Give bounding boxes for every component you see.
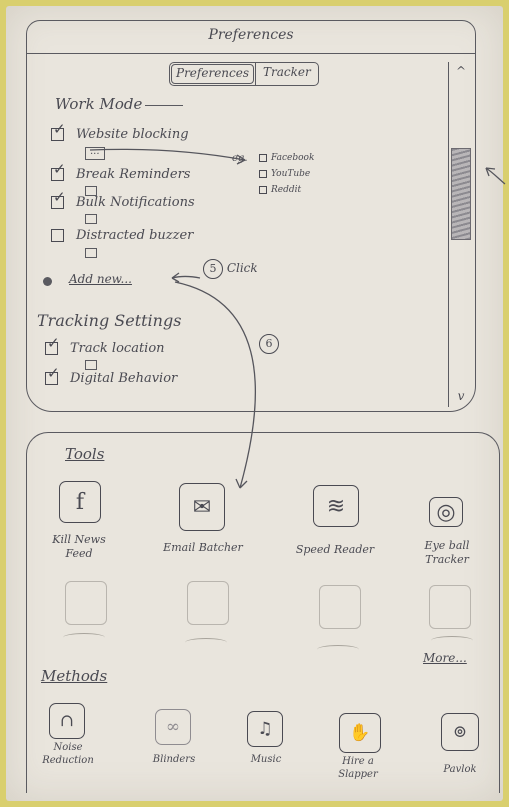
method-label: Music	[250, 754, 282, 765]
facebook-icon: f	[59, 481, 101, 523]
arrow-to-add-new	[171, 275, 201, 279]
method-label: Pavlok	[443, 764, 477, 775]
tool-kill-news-feed[interactable]: f	[59, 481, 101, 523]
tools-heading: Tools	[65, 445, 105, 463]
tool-speed-reader[interactable]: ≋	[313, 485, 359, 527]
tools-window: Tools f Kill News Feed ✉ Email Batcher ≋…	[26, 432, 500, 793]
tool-email-batcher[interactable]: ✉	[179, 483, 225, 531]
arrow-to-examples	[89, 148, 246, 161]
empty-tool-slot	[319, 585, 361, 629]
headphones-icon[interactable]: ∩	[49, 703, 85, 739]
reader-icon: ≋	[313, 485, 359, 527]
method-label: Noise Reduction	[42, 742, 94, 766]
tool-eyeball-tracker[interactable]: ◎	[429, 497, 463, 527]
blinders-icon[interactable]: ∞	[155, 709, 191, 745]
method-label: Blinders	[152, 754, 196, 765]
eye-icon: ◎	[429, 497, 463, 527]
empty-tool-slot	[187, 581, 229, 625]
tool-label: Speed Reader	[295, 543, 375, 556]
methods-heading: Methods	[41, 667, 108, 685]
tool-label: Kill News Feed	[52, 533, 106, 560]
empty-tool-slot	[429, 585, 471, 629]
more-tools-link[interactable]: More...	[423, 651, 467, 665]
pavlok-icon[interactable]: ⊚	[441, 713, 479, 751]
empty-label-line	[185, 638, 227, 647]
method-label: Hire a Slapper	[338, 756, 378, 780]
empty-label-line	[317, 645, 359, 654]
email-icon: ✉	[179, 483, 225, 531]
music-icon[interactable]: ♫	[247, 711, 283, 747]
empty-tool-slot	[65, 581, 107, 625]
slap-hand-icon[interactable]: ✋	[339, 713, 381, 753]
empty-label-line	[63, 633, 105, 642]
tool-label: Email Batcher	[163, 541, 243, 554]
empty-label-line	[431, 636, 473, 645]
tool-label: Eye ball Tracker	[424, 539, 470, 566]
